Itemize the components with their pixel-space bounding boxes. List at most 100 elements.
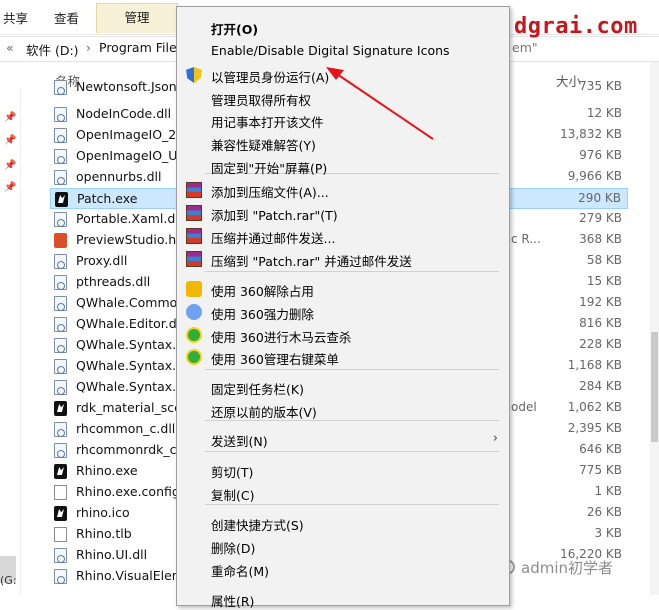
menu-item[interactable]: 兼容性疑难解答(Y) <box>178 131 508 154</box>
menu-item[interactable]: 固定到"开始"屏幕(P) <box>178 154 508 177</box>
menu-item-label: 剪切(T) <box>211 465 254 480</box>
winrar-icon <box>186 182 202 198</box>
menu-item[interactable]: 以管理员身份运行(A) <box>178 63 508 86</box>
file-size: 58 KB <box>586 253 622 267</box>
scan-360-icon <box>186 327 202 343</box>
tab-share[interactable]: 共享 <box>3 9 28 29</box>
scrollbar-thumb[interactable] <box>651 332 658 442</box>
menu-separator <box>205 369 499 370</box>
menu-item[interactable]: 复制(C) <box>178 481 508 504</box>
menu-item[interactable]: 固定到任务栏(K) <box>178 375 508 398</box>
application-icon <box>54 401 67 416</box>
menu-item[interactable]: Enable/Disable Digital Signature Icons <box>178 39 508 62</box>
menu-item[interactable]: 创建快捷方式(S) <box>178 511 508 534</box>
file-size: 290 KB <box>578 191 621 205</box>
menu-item-label: 属性(R) <box>211 594 255 609</box>
file-name: pthreads.dll <box>76 274 151 289</box>
file-size: 976 KB <box>579 148 622 162</box>
search-box-text[interactable]: em" <box>512 40 538 55</box>
file-name: QWhale.Editor.dll <box>76 316 184 331</box>
menu-item[interactable]: 压缩并通过邮件发送... <box>178 224 508 247</box>
menu-item[interactable]: 属性(R) <box>178 587 508 610</box>
file-name: QWhale.Common <box>76 295 186 310</box>
dll-file-icon <box>54 380 67 395</box>
breadcrumb-folder[interactable]: Program Files <box>99 40 183 55</box>
file-name: QWhale.Syntax.dl <box>76 337 188 352</box>
dll-file-icon <box>54 422 67 437</box>
menu-item[interactable]: 管理员取得所有权 <box>178 86 508 109</box>
breadcrumb-drive[interactable]: 软件 (D:) <box>26 40 79 59</box>
menu-item-label: 压缩到 "Patch.rar" 并通过邮件发送 <box>211 254 412 269</box>
menu-item-label: 创建快捷方式(S) <box>211 518 304 533</box>
file-size: 26 KB <box>586 505 622 519</box>
tab-manage[interactable]: 管理 <box>96 3 178 33</box>
file-size: 368 KB <box>579 232 622 246</box>
navigation-pane[interactable]: 📌 📌 📌 📌 <box>0 62 21 595</box>
menu-item-label: 以管理员身份运行(A) <box>211 70 330 85</box>
file-type: odel <box>511 400 537 414</box>
menu-item-label: 重命名(M) <box>211 564 270 579</box>
menu-item-label: Enable/Disable Digital Signature Icons <box>211 43 450 58</box>
dll-file-icon <box>54 212 67 227</box>
dll-file-icon <box>54 80 67 95</box>
file-size: 12 KB <box>586 106 622 120</box>
menu-item[interactable]: 使用 360管理右键菜单 <box>178 345 508 368</box>
file-name: rhcommonrdk_c. <box>76 442 181 457</box>
breadcrumb-overflow[interactable]: « <box>6 40 14 55</box>
file-name: Portable.Xaml.dll <box>76 211 183 226</box>
menu-item-label: 用记事本打开该文件 <box>211 115 324 130</box>
menu-item[interactable]: 发送到(N) › <box>178 427 508 450</box>
menu-item[interactable]: 删除(D) <box>178 534 508 557</box>
status-text: (G: <box>0 574 17 587</box>
file-size: 1 KB <box>594 484 622 498</box>
tab-view[interactable]: 查看 <box>54 9 79 29</box>
menu-separator <box>205 504 499 505</box>
dll-file-icon <box>54 569 67 584</box>
menu-item-label: 压缩并通过邮件发送... <box>211 231 336 246</box>
dll-file-icon <box>54 275 67 290</box>
menu-item[interactable]: 用记事本打开该文件 <box>178 108 508 131</box>
pin-icon: 📌 <box>4 160 17 171</box>
file-size: 1,062 KB <box>567 400 622 414</box>
vertical-scrollbar[interactable] <box>650 62 659 595</box>
menu-item-label: 固定到任务栏(K) <box>211 382 304 397</box>
menu-item[interactable]: 使用 360强力删除 <box>178 300 508 323</box>
menu-item[interactable]: 添加到压缩文件(A)... <box>178 178 508 201</box>
dll-file-icon <box>54 359 67 374</box>
menu-item[interactable]: 添加到 "Patch.rar"(T) <box>178 201 508 224</box>
file-name: Rhino.exe <box>76 463 138 478</box>
dll-file-icon <box>54 149 67 164</box>
file-size: 735 KB <box>579 79 622 93</box>
menu-item[interactable]: 使用 360进行木马云查杀 <box>178 323 508 346</box>
file-size: 279 KB <box>579 211 622 225</box>
dll-file-icon <box>54 443 67 458</box>
menu-item-label: 删除(D) <box>211 541 256 556</box>
menu-item[interactable]: 重命名(M) <box>178 557 508 580</box>
dll-file-icon <box>54 296 67 311</box>
file-size: 192 KB <box>579 295 622 309</box>
menu-item-label: 打开(O) <box>211 22 259 37</box>
menu-item[interactable]: 剪切(T) <box>178 458 508 481</box>
dll-file-icon <box>54 338 67 353</box>
file-name: NodeInCode.dll <box>76 106 172 121</box>
menu-item-label: 固定到"开始"屏幕(P) <box>211 161 328 176</box>
menu-item[interactable]: 还原以前的版本(V) <box>178 398 508 421</box>
file-size: 9,966 KB <box>567 169 622 183</box>
file-type: c R... <box>511 232 541 246</box>
menu-item-label: 兼容性疑难解答(Y) <box>211 138 316 153</box>
menu-item[interactable]: 打开(O) <box>178 15 508 38</box>
unlock-360-icon <box>186 281 202 297</box>
menu-item-label: 管理员取得所有权 <box>211 93 312 108</box>
menu-item[interactable]: 压缩到 "Patch.rar" 并通过邮件发送 <box>178 247 508 270</box>
file-name: QWhale.Syntax.Sc <box>76 379 191 394</box>
winrar-icon <box>186 205 202 221</box>
menu-separator <box>205 451 499 452</box>
application-icon <box>54 506 67 521</box>
dll-file-icon <box>54 317 67 332</box>
menu-item-label: 使用 360进行木马云查杀 <box>211 330 352 345</box>
dll-file-icon <box>54 128 67 143</box>
menu-item[interactable]: 使用 360解除占用 <box>178 277 508 300</box>
file-size: 816 KB <box>579 316 622 330</box>
menu-item-label: 使用 360强力删除 <box>211 307 314 322</box>
pin-icon: 📌 <box>4 112 17 123</box>
